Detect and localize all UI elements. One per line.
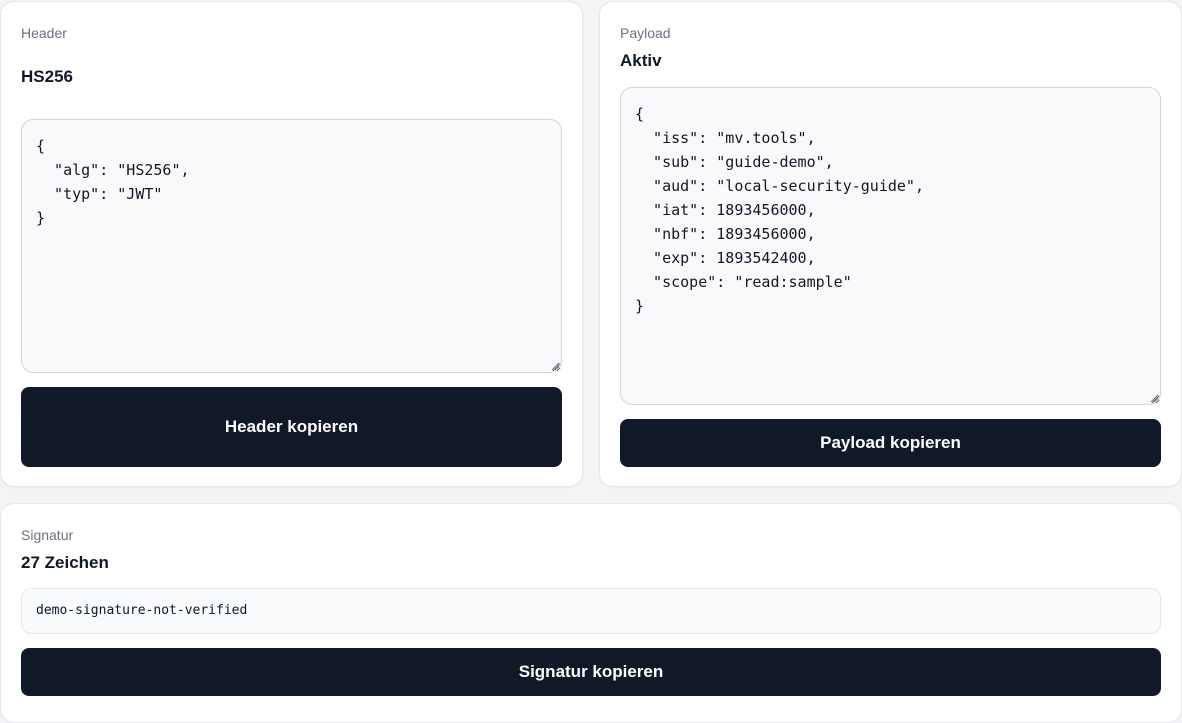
- header-card: Header HS256 { "alg": "HS256", "typ": "J…: [0, 1, 583, 487]
- signature-card: Signatur 27 Zeichen demo-signature-not-v…: [0, 503, 1182, 723]
- signature-section-label: Signatur: [21, 527, 74, 543]
- header-section-label: Header: [21, 25, 67, 41]
- copy-payload-button[interactable]: Payload kopieren: [620, 419, 1161, 467]
- payload-status-value: Aktiv: [620, 51, 662, 70]
- payload-json-editor[interactable]: { "iss": "mv.tools", "sub": "guide-demo"…: [620, 87, 1161, 405]
- payload-section-label: Payload: [620, 25, 671, 41]
- signature-length-value: 27 Zeichen: [21, 553, 109, 572]
- copy-header-button[interactable]: Header kopieren: [21, 387, 562, 467]
- resize-grip-icon[interactable]: [1149, 393, 1159, 403]
- resize-grip-icon[interactable]: [550, 361, 560, 371]
- signature-value-field[interactable]: demo-signature-not-verified: [21, 588, 1161, 634]
- header-json-editor[interactable]: { "alg": "HS256", "typ": "JWT" }: [21, 119, 562, 373]
- payload-card: Payload Aktiv { "iss": "mv.tools", "sub"…: [599, 1, 1182, 487]
- copy-signature-button[interactable]: Signatur kopieren: [21, 648, 1161, 696]
- header-algorithm-value: HS256: [21, 67, 73, 86]
